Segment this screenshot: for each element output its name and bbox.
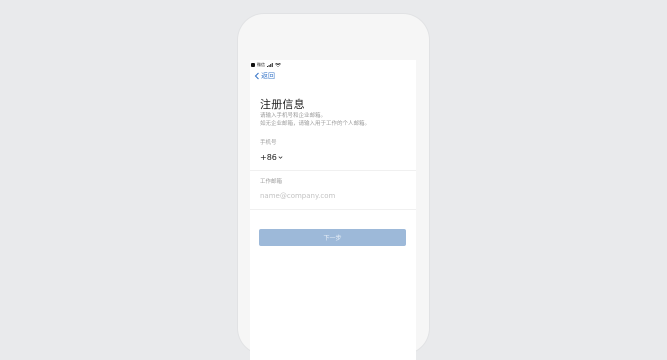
app-screen: 微信 返回 注册信息 请输入手机号和企业邮箱。 如无企业邮箱，请输入用于工作的个…: [250, 60, 416, 360]
country-code-value: +86: [260, 153, 277, 162]
divider: [250, 170, 416, 171]
wifi-icon: [275, 63, 281, 67]
subtitle-line: 如无企业邮箱，请输入用于工作的个人邮箱。: [260, 121, 371, 127]
signal-icon: [267, 63, 273, 67]
chevron-left-icon: [254, 72, 259, 80]
back-button[interactable]: 返回: [254, 70, 275, 82]
phone-number-input[interactable]: [284, 152, 404, 164]
back-label: 返回: [261, 72, 275, 80]
country-code-selector[interactable]: +86: [260, 153, 283, 162]
page-subtitle: 请输入手机号和企业邮箱。 如无企业邮箱，请输入用于工作的个人邮箱。: [260, 112, 370, 128]
subtitle-line: 请输入手机号和企业邮箱。: [260, 113, 327, 119]
next-button[interactable]: 下一步: [259, 229, 406, 246]
chevron-down-icon: [278, 156, 283, 159]
divider: [250, 209, 416, 210]
phone-frame: 微信 返回 注册信息 请输入手机号和企业邮箱。 如无企业邮箱，请输入用于工作的个…: [238, 14, 429, 360]
email-input[interactable]: [260, 190, 400, 202]
email-field-label: 工作邮箱: [260, 179, 283, 185]
status-bar: 微信: [250, 60, 416, 70]
page-title: 注册信息: [260, 98, 305, 111]
carrier-icon: [251, 63, 255, 67]
carrier-label: 微信: [257, 62, 265, 67]
phone-field-label: 手机号: [260, 140, 277, 146]
